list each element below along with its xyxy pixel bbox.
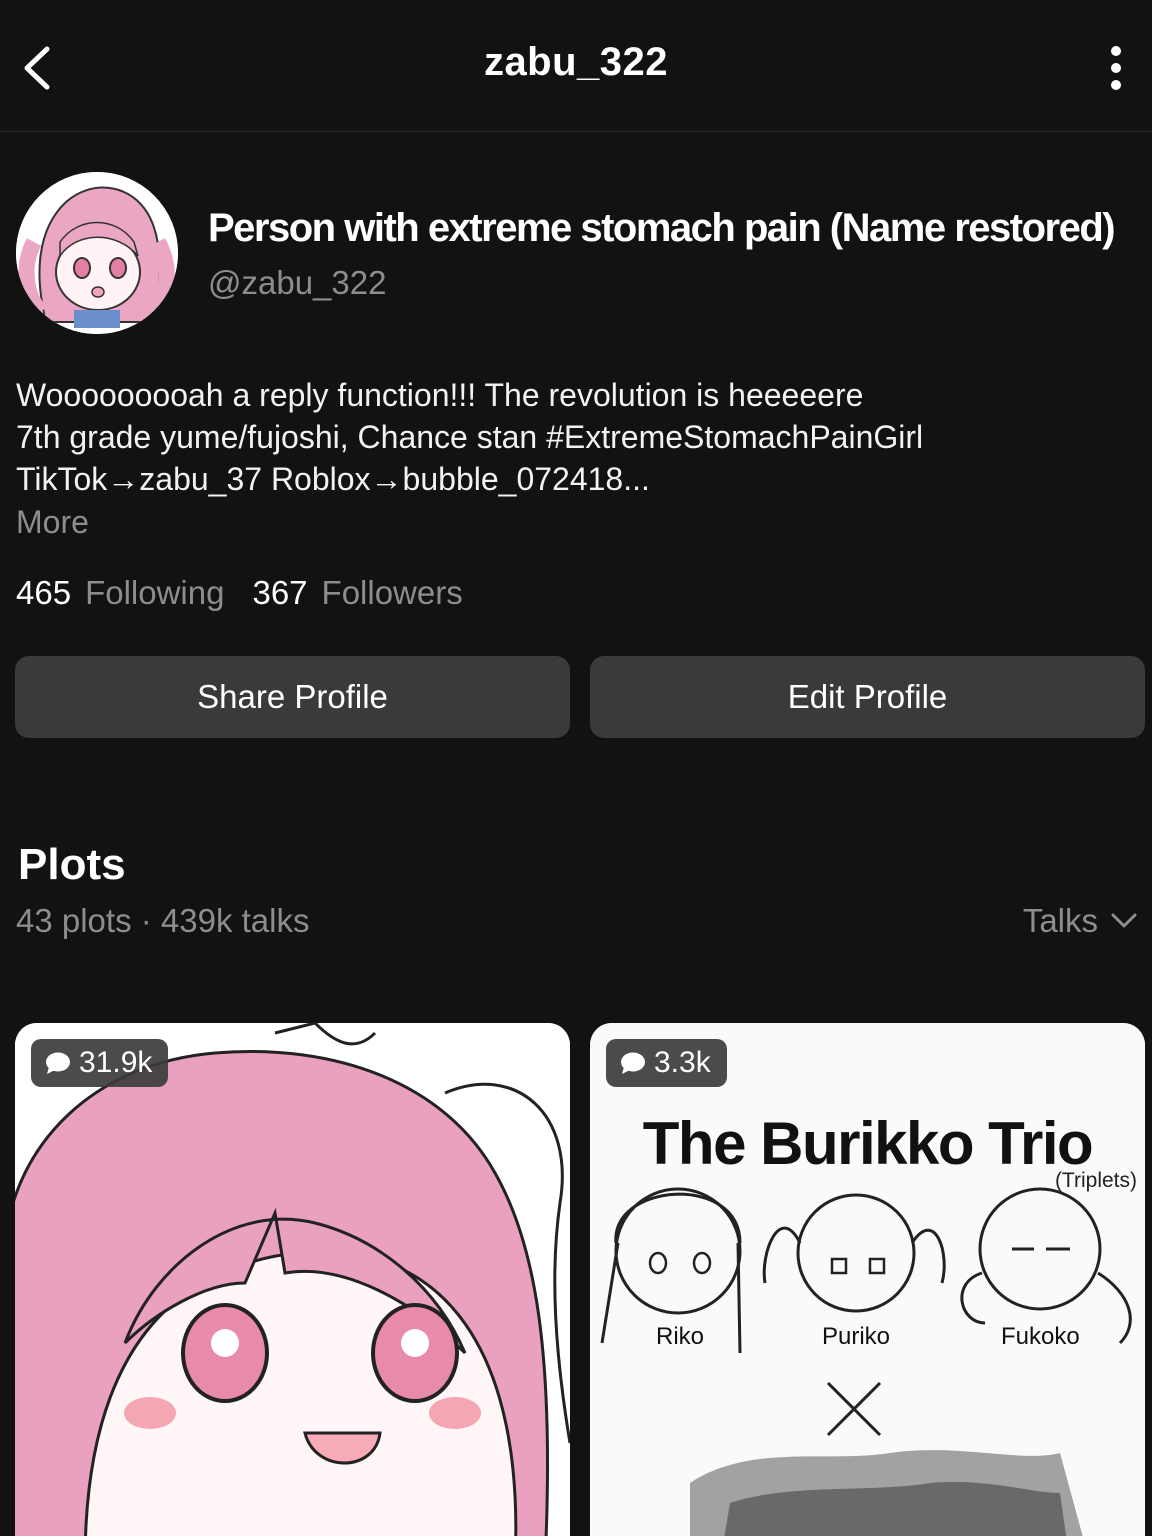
plot-cover-subtitle: (Triplets) <box>1054 1169 1137 1192</box>
more-options-button[interactable] <box>1094 40 1138 96</box>
talk-count-badge: 3.3k <box>606 1039 727 1087</box>
character-name: Fukoko <box>1001 1323 1080 1350</box>
following-label: Following <box>85 574 225 611</box>
followers-label: Followers <box>321 574 463 611</box>
following-stat[interactable]: 465 Following <box>16 574 224 612</box>
bio-line: TikTok→zabu_37 Roblox→bubble_072418... <box>16 461 650 497</box>
display-name: Person with extreme stomach pain (Name r… <box>208 206 1116 250</box>
follow-stats: 465 Following 367 Followers <box>16 574 463 612</box>
sort-label: Talks <box>1022 902 1098 939</box>
dot <box>1111 46 1121 56</box>
edit-profile-button[interactable]: Edit Profile <box>590 656 1145 738</box>
plot-cover-illustration <box>15 1023 570 1536</box>
top-bar: zabu_322 <box>0 0 1152 132</box>
plot-cover-title: The Burikko Trio <box>642 1110 1094 1177</box>
plot-card[interactable]: 31.9k <box>15 1023 570 1536</box>
plot-card[interactable]: 3.3k The Burikko Trio (Triplets) Riko Pu… <box>590 1023 1145 1536</box>
plots-section-title: Plots <box>18 840 126 889</box>
bio: Wooooooooah a reply function!!! The revo… <box>16 374 923 500</box>
talk-count-badge: 31.9k <box>31 1039 169 1087</box>
avatar-illustration <box>16 172 178 334</box>
plot-cover-illustration <box>590 1023 1145 1536</box>
dot <box>1111 63 1121 73</box>
chevron-down-icon <box>1111 913 1137 928</box>
followers-count: 367 <box>252 574 308 611</box>
talk-count: 3.3k <box>654 1046 711 1079</box>
page-title: zabu_322 <box>483 40 669 84</box>
avatar[interactable] <box>16 172 178 334</box>
followers-stat[interactable]: 367 Followers <box>252 574 462 612</box>
character-name: Riko <box>656 1323 705 1350</box>
bio-line: 7th grade yume/fujoshi, Chance stan #Ext… <box>16 419 924 455</box>
sort-dropdown[interactable]: Talks <box>1023 902 1138 940</box>
chat-bubble-icon <box>46 1052 70 1074</box>
share-profile-button[interactable]: Share Profile <box>15 656 570 738</box>
bio-more-link[interactable]: More <box>16 504 89 541</box>
chat-bubble-icon <box>621 1052 645 1074</box>
bio-line: Wooooooooah a reply function!!! The revo… <box>16 377 864 413</box>
talk-count: 31.9k <box>79 1046 153 1079</box>
character-name: Puriko <box>822 1323 891 1350</box>
username-handle: @zabu_322 <box>208 264 387 301</box>
plots-summary: 43 plots · 439k talks <box>16 902 310 939</box>
following-count: 465 <box>16 574 72 611</box>
dot <box>1111 80 1121 90</box>
